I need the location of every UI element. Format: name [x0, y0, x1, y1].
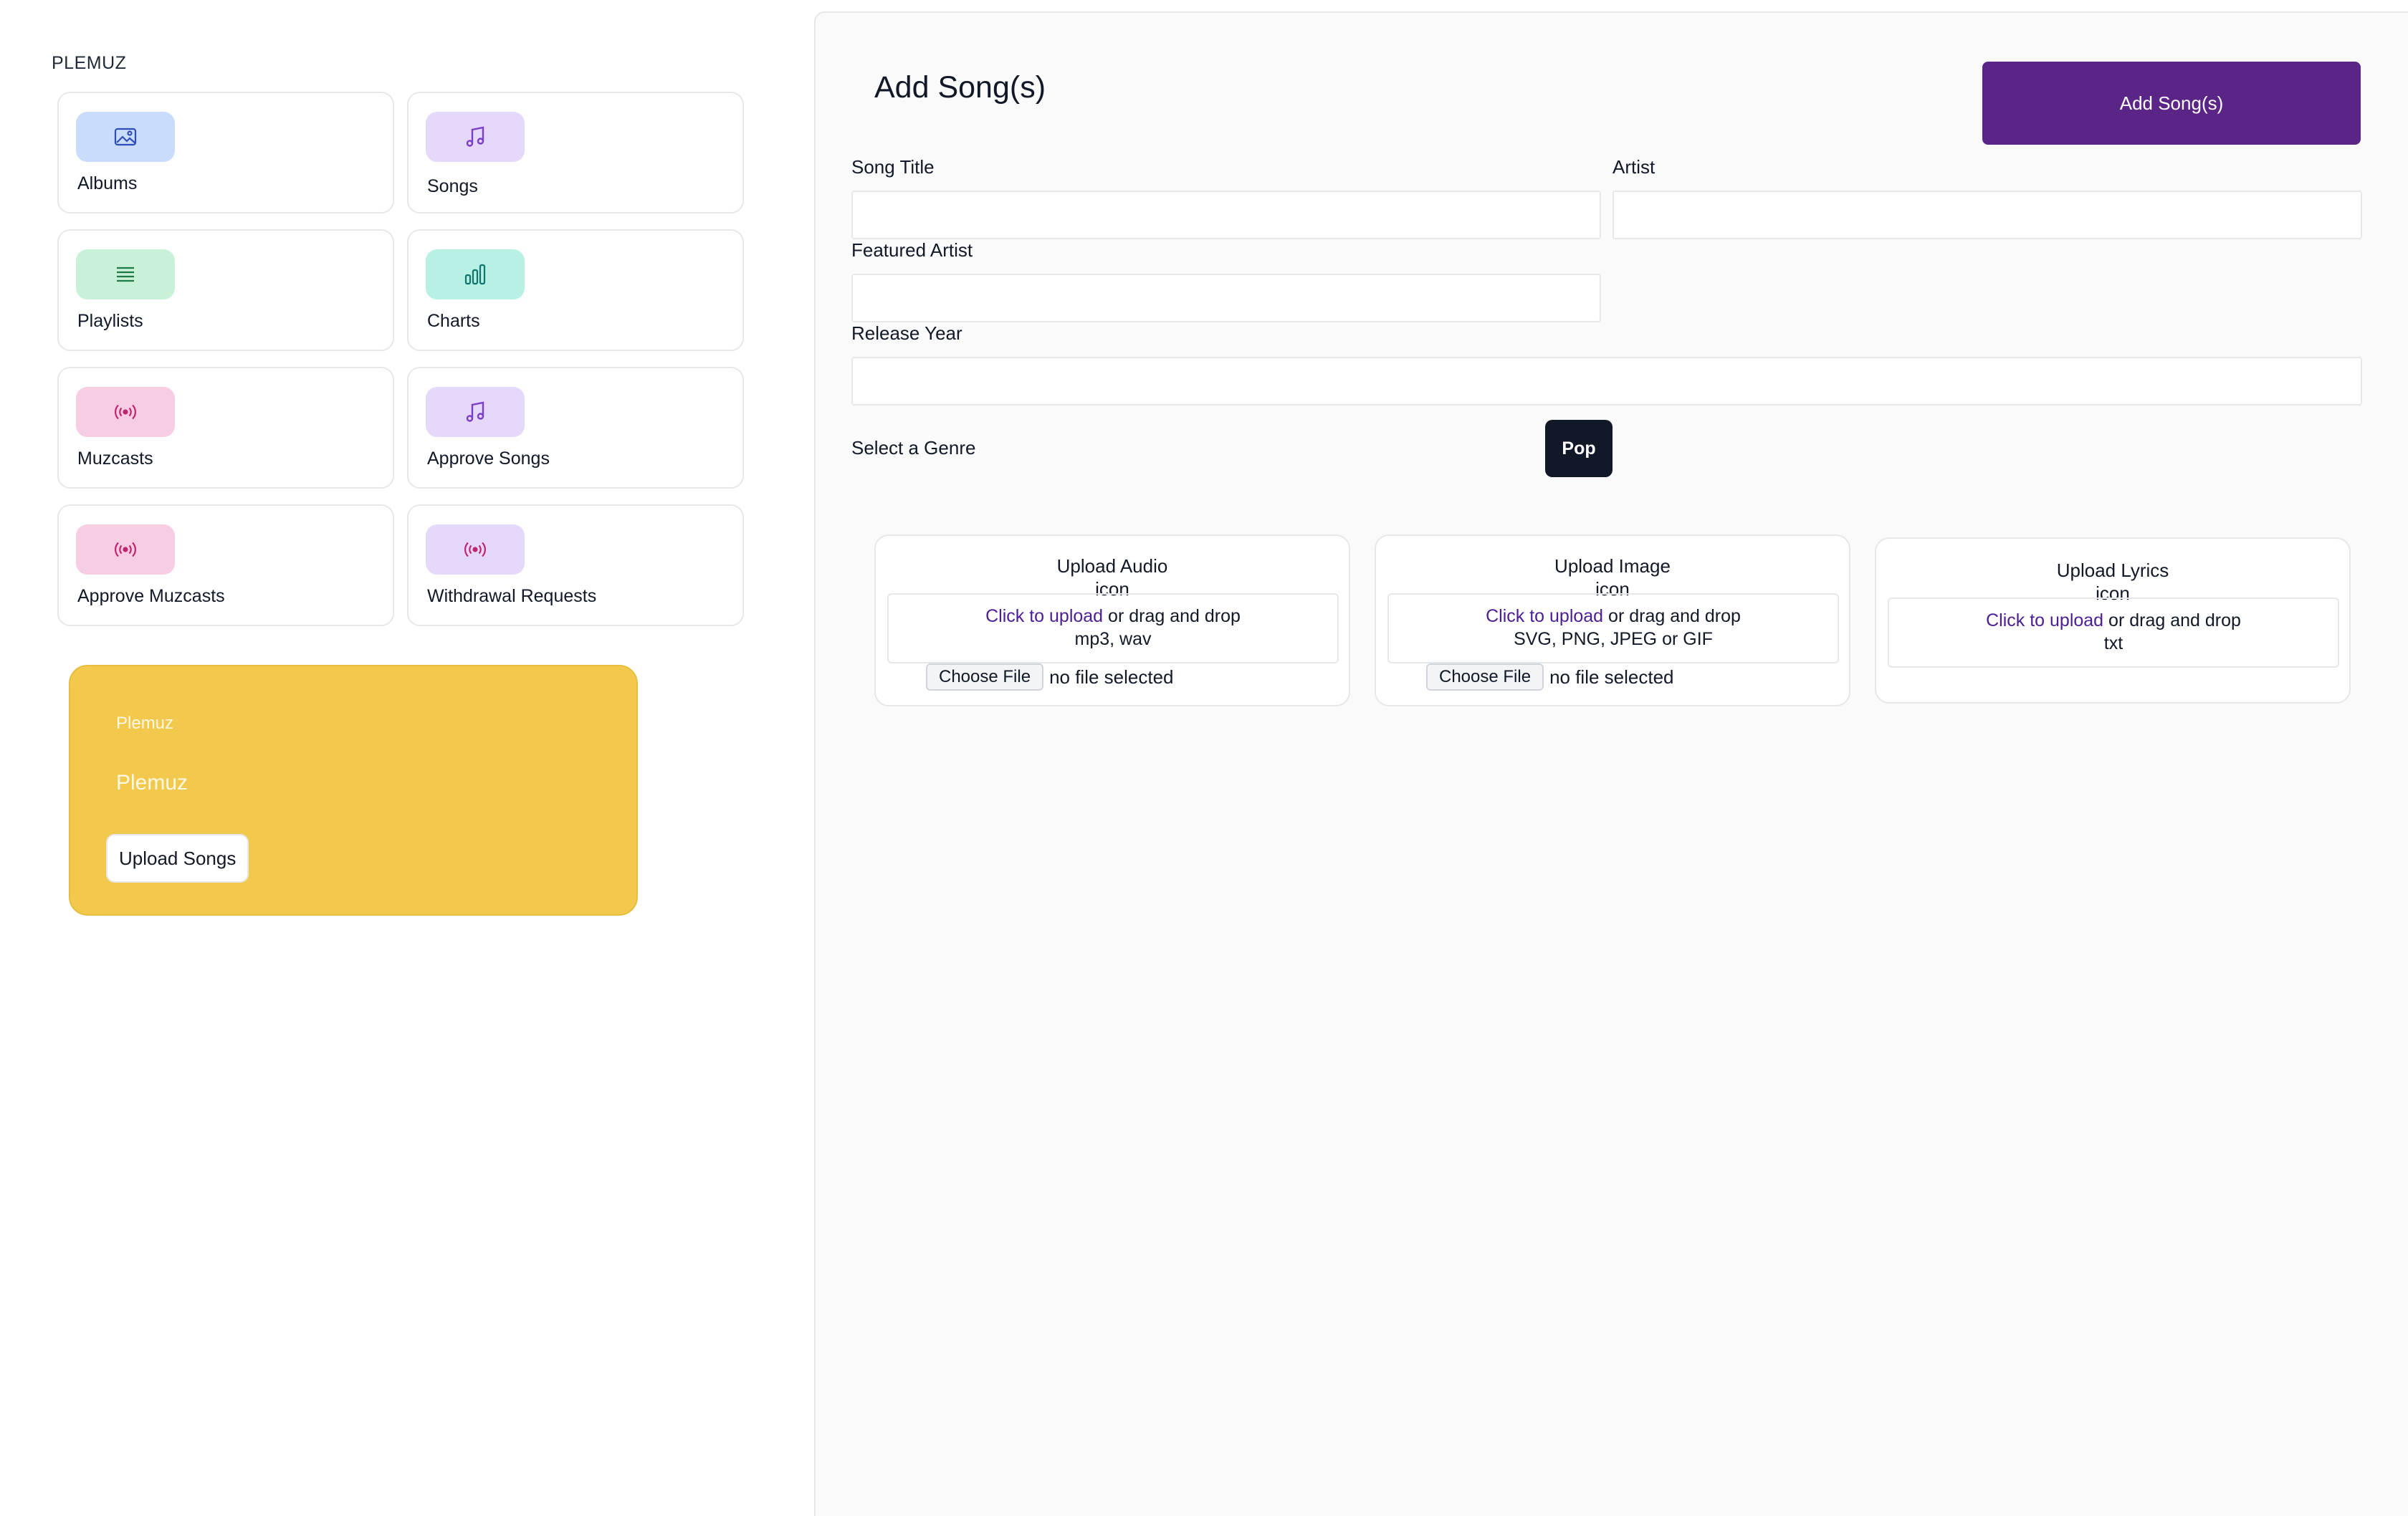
bar-chart-icon	[464, 264, 486, 285]
tile-approve-songs-chip	[426, 387, 525, 437]
release-year-input[interactable]	[851, 357, 2362, 406]
tile-label: Withdrawal Requests	[427, 586, 597, 606]
genre-label: Select a Genre	[851, 437, 976, 459]
broadcast-icon	[115, 404, 136, 420]
tile-albums-chip	[76, 112, 175, 162]
drag-drop-text: or drag and drop	[1603, 606, 1741, 626]
tile-muzcasts-chip	[76, 387, 175, 437]
artist-input[interactable]	[1612, 191, 2362, 239]
upload-lyrics-card: Upload Lyrics icon Click to upload or dr…	[1875, 537, 2351, 704]
tile-withdrawal-requests[interactable]: Withdrawal Requests	[407, 504, 744, 626]
tile-charts-chip	[426, 249, 525, 299]
tile-muzcasts[interactable]: Muzcasts	[57, 367, 394, 489]
tile-approve-muzcasts-chip	[76, 524, 175, 575]
tile-label: Approve Songs	[427, 448, 550, 469]
choose-file-button[interactable]: Choose File	[1426, 663, 1544, 691]
tile-approve-muzcasts[interactable]: Approve Muzcasts	[57, 504, 394, 626]
featured-artist-input[interactable]	[851, 274, 1601, 322]
drag-drop-text: or drag and drop	[2103, 610, 2241, 630]
tile-charts[interactable]: Charts	[407, 229, 744, 351]
upload-songs-button[interactable]: Upload Songs	[106, 834, 249, 883]
tile-label: Muzcasts	[77, 448, 153, 469]
brand-logo-text: PLEMUZ	[52, 53, 127, 73]
upload-image-card: Upload Image icon Click to upload or dra…	[1375, 534, 1850, 706]
featured-artist-label: Featured Artist	[851, 239, 973, 261]
add-song-panel: Add Song(s) Add Song(s) Song Title Artis…	[814, 11, 2408, 1516]
tile-playlists-chip	[76, 249, 175, 299]
tile-playlists[interactable]: Playlists	[57, 229, 394, 351]
promo-title: Plemuz	[116, 771, 188, 795]
file-status: no file selected	[1049, 666, 1174, 688]
click-to-upload-link[interactable]: Click to upload	[1486, 606, 1603, 626]
tile-label: Charts	[427, 311, 480, 331]
list-icon	[117, 267, 134, 282]
broadcast-icon	[464, 542, 486, 557]
click-to-upload-link[interactable]: Click to upload	[985, 606, 1103, 626]
tile-songs[interactable]: Songs	[407, 92, 744, 214]
image-icon	[114, 128, 137, 146]
upload-formats: txt	[2103, 633, 2123, 653]
add-songs-submit-button[interactable]: Add Song(s)	[1982, 62, 2361, 145]
tile-label: Albums	[77, 173, 138, 193]
song-title-input[interactable]	[851, 191, 1601, 239]
genre-pop-button[interactable]: Pop	[1545, 420, 1612, 477]
upload-formats: SVG, PNG, JPEG or GIF	[1514, 629, 1713, 649]
release-year-label: Release Year	[851, 322, 962, 344]
promo-subtitle: Plemuz	[116, 714, 174, 733]
music-note-icon	[466, 401, 484, 422]
promo-card: Plemuz Plemuz Upload Songs	[69, 665, 638, 916]
artist-label: Artist	[1612, 156, 1656, 178]
tile-label: Playlists	[77, 311, 143, 331]
upload-formats: mp3, wav	[1074, 629, 1152, 649]
upload-image-title: Upload Image	[1554, 555, 1671, 577]
upload-lyrics-title: Upload Lyrics	[2056, 560, 2169, 581]
page-title: Add Song(s)	[874, 70, 1046, 105]
image-file-input: Choose File no file selected	[1426, 663, 1674, 691]
broadcast-icon	[115, 542, 136, 557]
drag-drop-text: or drag and drop	[1103, 606, 1241, 626]
choose-file-button[interactable]: Choose File	[926, 663, 1044, 691]
audio-file-input: Choose File no file selected	[926, 663, 1174, 691]
tile-withdrawal-requests-chip	[426, 524, 525, 575]
tile-albums[interactable]: Albums	[57, 92, 394, 214]
upload-lyrics-dropzone[interactable]: Click to upload or drag and drop txt	[1888, 598, 2339, 668]
song-title-label: Song Title	[851, 156, 935, 178]
upload-audio-title: Upload Audio	[1056, 555, 1168, 577]
music-note-icon	[466, 126, 484, 147]
tile-label: Approve Muzcasts	[77, 586, 225, 606]
tile-songs-chip	[426, 112, 525, 162]
tile-approve-songs[interactable]: Approve Songs	[407, 367, 744, 489]
upload-audio-dropzone[interactable]: Click to upload or drag and drop mp3, wa…	[887, 593, 1339, 663]
upload-audio-card: Upload Audio icon Click to upload or dra…	[874, 534, 1350, 706]
upload-image-dropzone[interactable]: Click to upload or drag and drop SVG, PN…	[1387, 593, 1839, 663]
file-status: no file selected	[1549, 666, 1674, 688]
click-to-upload-link[interactable]: Click to upload	[1986, 610, 2103, 630]
tile-label: Songs	[427, 176, 478, 196]
